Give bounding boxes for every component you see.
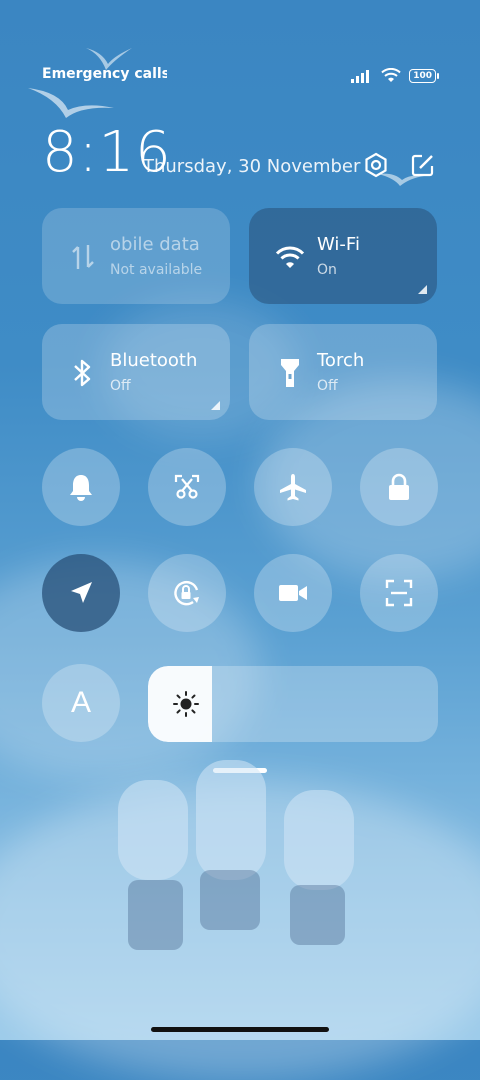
wifi-tile[interactable]: Wi-Fi On [249,208,437,304]
wifi-icon [275,242,305,272]
tile-status: Off [110,378,131,394]
bluetooth-icon [68,358,98,388]
tile-title: Wi-Fi [317,234,360,255]
bell-icon [70,475,92,501]
sound-toggle[interactable] [42,448,120,526]
airplane-icon [280,474,306,501]
rotation-lock-icon [174,580,199,606]
date-text: Thursday, 30 November [143,156,361,177]
torch-icon [275,358,305,388]
scanner-toggle[interactable] [360,554,438,632]
tile-title: Bluetooth [110,350,198,371]
mobile-data-icon [68,242,98,272]
brightness-slider[interactable] [148,666,438,742]
tile-status: Not available [110,262,203,278]
screen-recorder-toggle[interactable] [254,554,332,632]
rotation-lock-toggle[interactable] [148,554,226,632]
tile-title: obile data [110,234,200,255]
location-toggle[interactable] [42,554,120,632]
scan-icon [385,579,413,607]
font-size-icon: A [70,686,91,719]
tile-title: Torch [317,350,365,371]
screenshot-toggle[interactable] [148,448,226,526]
torch-tile[interactable]: Torch Off [249,324,437,420]
status-icons: 100 [351,68,439,83]
wifi-status-icon [381,68,401,82]
signal-icon [351,69,370,83]
bluetooth-tile[interactable]: Bluetooth Off [42,324,230,420]
edit-icon [411,154,434,177]
location-icon [71,582,92,603]
airplane-mode-toggle[interactable] [254,448,332,526]
edit-button[interactable] [408,150,438,180]
home-indicator[interactable] [151,1027,329,1032]
battery-indicator: 100 [409,68,439,83]
sun-icon [172,690,200,718]
status-bar: Emergency calls o 100 [42,66,439,88]
video-camera-icon [279,585,307,601]
settings-icon [365,152,387,178]
expand-corner-icon[interactable] [211,401,220,410]
settings-button[interactable] [361,150,391,180]
tile-status: Off [317,378,338,394]
auto-brightness-button[interactable]: A [42,664,120,742]
lock-icon [389,473,409,500]
tile-status: On [317,262,337,278]
mobile-data-tile[interactable]: obile data Not available [42,208,230,304]
lock-screen-toggle[interactable] [360,448,438,526]
carrier-text: Emergency calls o [42,66,167,82]
screenshot-icon [174,474,200,499]
expand-corner-icon[interactable] [418,285,427,294]
